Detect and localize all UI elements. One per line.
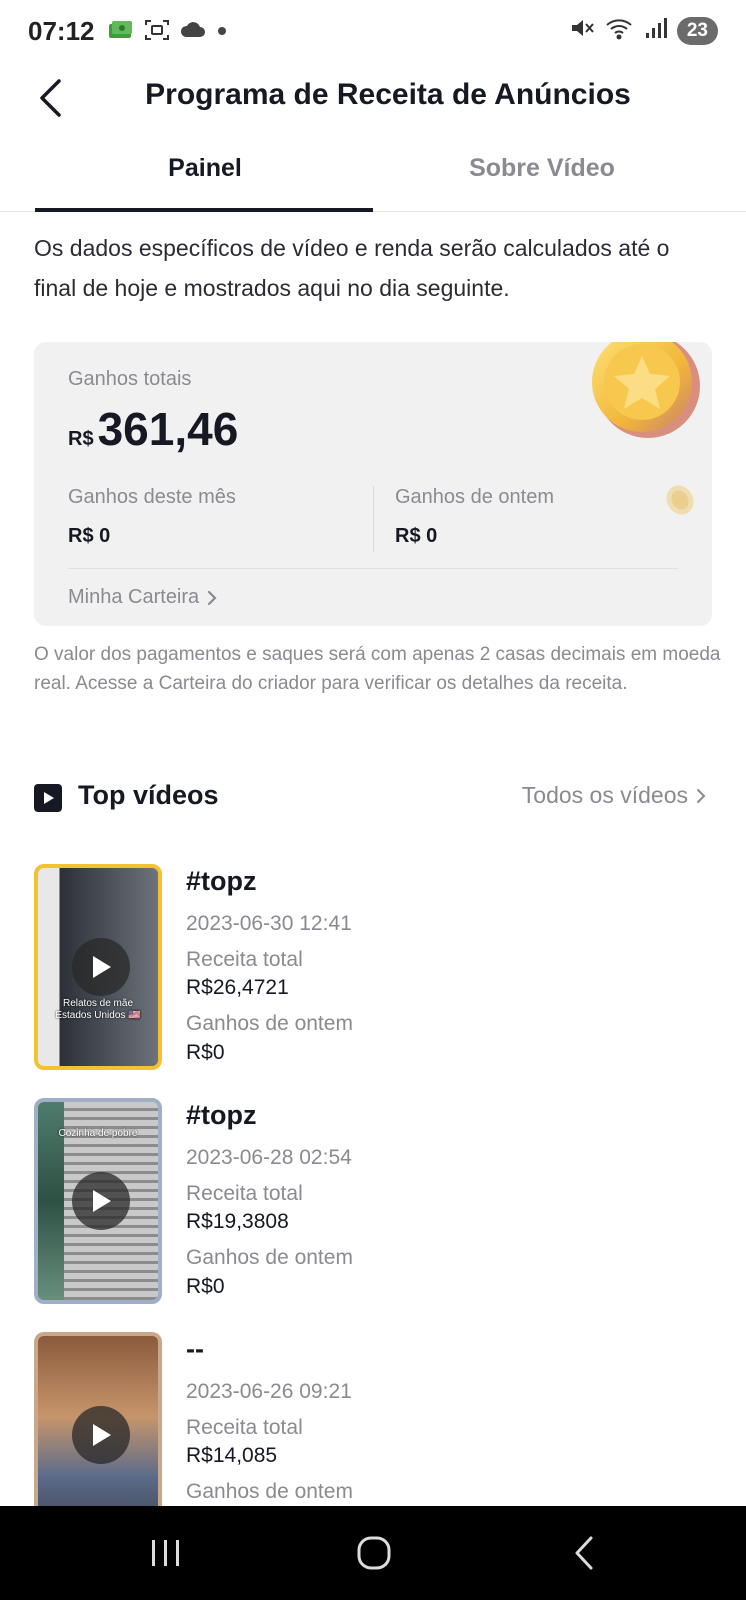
- chevron-right-icon: [697, 788, 706, 803]
- wifi-icon: [605, 16, 635, 45]
- yesterday-earnings-label: Ganhos de ontem: [395, 486, 554, 508]
- video-title: --: [186, 1334, 204, 1364]
- earnings-card: Ganhos totais R$ 361,46 Ganhos deste mês…: [34, 342, 712, 626]
- screenshot-icon: [144, 18, 170, 47]
- battery-badge: 23: [676, 16, 718, 45]
- notice-text: Os dados específicos de vídeo e renda se…: [34, 235, 670, 301]
- wallet-link-label: Minha Carteira: [68, 586, 200, 608]
- yesterday-label: Ganhos de ontem: [186, 1480, 353, 1503]
- video-play-icon: [34, 784, 62, 812]
- total-earnings: R$ 361,46: [68, 402, 238, 456]
- video-date: 2023-06-30 12:41: [186, 912, 352, 935]
- yesterday-earnings: Ganhos de ontem R$ 0: [395, 486, 554, 548]
- mute-icon: [569, 16, 595, 45]
- top-videos-title: Top vídeos: [78, 780, 219, 810]
- top-videos-header: Top vídeos Todos os vídeos: [34, 778, 712, 818]
- status-left-icons: [108, 18, 228, 47]
- revenue-label: Receita total: [186, 1182, 303, 1205]
- revenue-value: R$26,4721: [186, 976, 289, 999]
- yesterday-label: Ganhos de ontem: [186, 1012, 353, 1035]
- status-time: 07:12: [28, 16, 95, 46]
- page-title: Programa de Receita de Anúncios: [145, 78, 631, 111]
- small-coin-icon: [666, 485, 694, 515]
- tab-painel[interactable]: Painel: [35, 154, 375, 183]
- video-item[interactable]: Cozinha de pobre #topz 2023-06-28 02:54 …: [34, 1098, 712, 1304]
- thumbnail-caption: Cozinha de pobre: [58, 1128, 138, 1139]
- month-earnings-label: Ganhos deste mês: [68, 486, 236, 508]
- all-videos-link[interactable]: Todos os vídeos: [522, 782, 706, 809]
- all-videos-label: Todos os vídeos: [521, 782, 688, 808]
- yesterday-earnings-value: R$ 0: [395, 525, 438, 547]
- recent-apps-icon[interactable]: [136, 1526, 196, 1580]
- cloud-icon: [180, 20, 206, 45]
- header: Programa de Receita de Anúncios: [0, 66, 746, 130]
- revenue-label: Receita total: [186, 1416, 303, 1439]
- total-earnings-label: Ganhos totais: [68, 368, 192, 390]
- video-thumbnail[interactable]: Relatos de mãe Estados Unidos 🇺🇸: [34, 864, 162, 1070]
- disclaimer-text: O valor dos pagamentos e saques será com…: [34, 644, 721, 694]
- video-item[interactable]: Relatos de mãe Estados Unidos 🇺🇸 #topz 2…: [34, 864, 712, 1070]
- revenue-value: R$14,085: [186, 1444, 278, 1467]
- signal-icon: [645, 16, 667, 45]
- video-title: #topz: [186, 1100, 257, 1130]
- currency-symbol: R$: [68, 428, 94, 450]
- play-icon[interactable]: [72, 1172, 130, 1230]
- status-right: 23: [569, 16, 718, 45]
- video-title: #topz: [186, 866, 257, 896]
- month-earnings-value: R$ 0: [68, 525, 111, 547]
- yesterday-value: R$0: [186, 1275, 225, 1298]
- video-thumbnail[interactable]: Cozinha de pobre: [34, 1098, 162, 1304]
- card-divider: [68, 568, 678, 569]
- yesterday-label: Ganhos de ontem: [186, 1246, 353, 1269]
- wallet-link[interactable]: Minha Carteira: [68, 586, 217, 609]
- thumbnail-caption: Relatos de mãe Estados Unidos 🇺🇸: [55, 998, 141, 1021]
- column-divider: [373, 486, 374, 552]
- system-nav-bar: [0, 1506, 746, 1600]
- chevron-right-icon: [208, 590, 217, 605]
- status-bar: 07:12 23: [0, 0, 746, 66]
- video-date: 2023-06-26 09:21: [186, 1380, 352, 1403]
- play-icon[interactable]: [72, 938, 130, 996]
- home-icon[interactable]: [344, 1526, 404, 1580]
- tab-underline: [35, 208, 373, 212]
- dot-icon: [216, 24, 228, 42]
- money-icon: [108, 18, 134, 47]
- back-icon[interactable]: [554, 1526, 614, 1580]
- month-earnings: Ganhos deste mês R$ 0: [68, 486, 236, 548]
- revenue-value: R$19,3808: [186, 1210, 289, 1233]
- tab-sobre-video[interactable]: Sobre Vídeo: [372, 154, 712, 183]
- coin-icon: [592, 342, 700, 438]
- revenue-label: Receita total: [186, 948, 303, 971]
- play-icon[interactable]: [72, 1406, 130, 1464]
- tab-bar: Painel Sobre Vídeo: [0, 140, 746, 212]
- yesterday-value: R$0: [186, 1041, 225, 1064]
- total-earnings-value: 361,46: [97, 403, 239, 455]
- video-date: 2023-06-28 02:54: [186, 1146, 352, 1169]
